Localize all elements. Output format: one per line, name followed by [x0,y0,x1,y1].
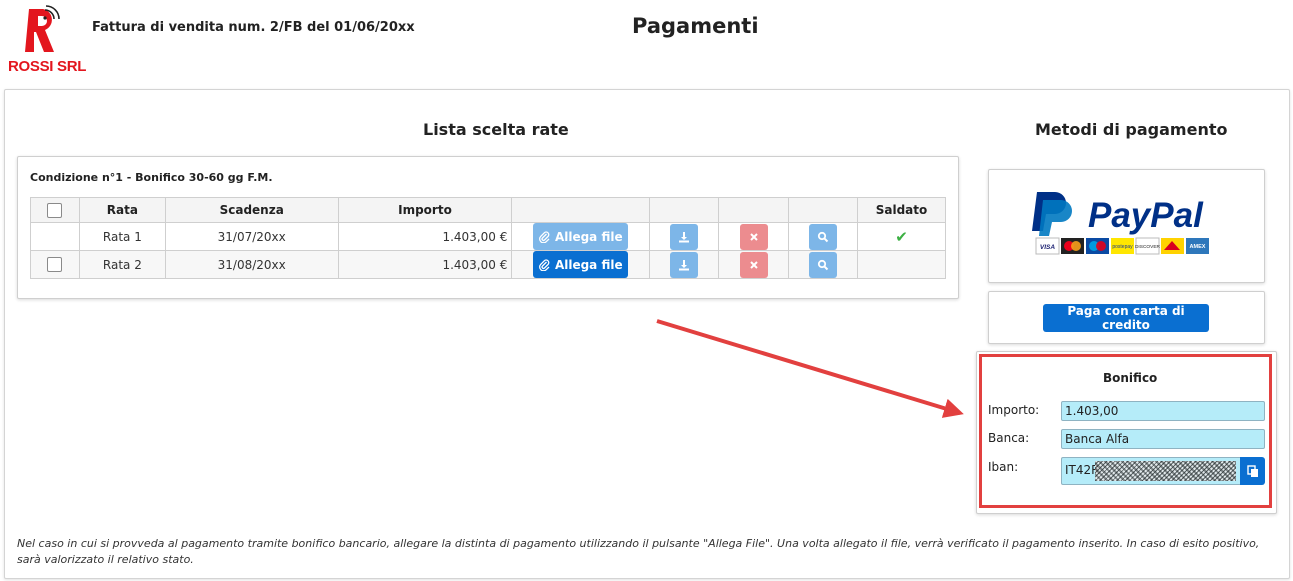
scadenza-cell: 31/07/20xx [164,222,339,251]
payment-methods-section-title: Metodi di pagamento [1035,120,1228,139]
invoice-title: Fattura di vendita num. 2/FB del 01/06/2… [92,20,415,35]
saldato-cell: ✔ [857,222,946,251]
company-name: ROSSI SRL [8,58,87,75]
banca-label: Banca: [988,431,1030,445]
attach-file-button[interactable]: Allega file [533,251,629,278]
delete-button[interactable] [739,251,768,278]
download-icon [679,259,690,270]
importo-cell: 1.403,00 € [337,222,513,251]
table-header-row: Rata Scadenza Importo Saldato [30,197,946,223]
delete-button[interactable] [739,223,768,250]
row-checkbox[interactable] [47,257,63,272]
download-icon [679,231,690,242]
attach-file-label: Allega file [554,229,623,244]
select-all-cell [30,197,80,223]
copy-icon [1246,464,1258,477]
rata-cell: Rata 2 [78,250,166,279]
importo-label: Importo: [988,403,1040,417]
row-checkbox-cell [30,222,80,251]
pay-credit-card-button[interactable]: Paga con carta di credito [1043,304,1209,332]
delete-cell [718,250,790,279]
row-checkbox-cell [30,250,80,279]
rossi-logo-icon [25,5,60,52]
installments-table: Rata Scadenza Importo Saldato Rata 1 31/… [30,197,946,279]
svg-text:postepay: postepay [1112,244,1133,250]
footnote-text: Nel caso in cui si provveda al pagamento… [17,537,1260,566]
importo-cell: 1.403,00 € [337,250,513,279]
view-button[interactable] [809,223,838,250]
check-icon: ✔ [895,227,908,246]
visa-logo: VISA [1040,244,1055,251]
close-icon [749,232,758,241]
download-button[interactable] [670,251,699,278]
rata-cell: Rata 1 [78,222,166,251]
bonifico-title: Bonifico [1103,371,1158,385]
column-header-importo: Importo [337,197,513,223]
table-row: Rata 1 31/07/20xx 1.403,00 € Allega file [30,222,946,251]
column-header-rata: Rata [78,197,166,223]
download-button[interactable] [670,223,699,250]
attach-file-label: Allega file [554,257,623,272]
select-all-checkbox[interactable] [47,202,63,218]
iban-label: Iban: [988,460,1019,474]
table-row: Rata 2 31/08/20xx 1.403,00 € Allega file [30,250,946,279]
page-title: Pagamenti [632,14,759,38]
paperclip-icon [538,230,550,243]
paypal-brand-text: PayPal [1088,196,1204,235]
svg-text:DISCOVER: DISCOVER [1135,244,1161,250]
paypal-logo: PayPal VISA postepay DISCOVER AMEX [1032,192,1209,255]
attach-cell: Allega file [511,250,651,279]
column-header-saldato: Saldato [857,197,946,223]
installments-section-title: Lista scelta rate [423,120,569,139]
column-header-empty [511,197,651,223]
condition-label: Condizione n°1 - Bonifico 30-60 gg F.M. [30,171,273,184]
search-icon [817,259,829,270]
search-icon [817,231,829,242]
download-cell [649,222,720,251]
attach-file-button[interactable]: Allega file [533,223,629,250]
saldato-cell [857,250,946,279]
view-button[interactable] [809,251,838,278]
paypal-option[interactable]: PayPal VISA postepay DISCOVER AMEX [988,169,1265,283]
importo-field[interactable]: 1.403,00 [1061,401,1265,421]
banca-field[interactable]: Banca Alfa [1061,429,1265,449]
column-header-empty [649,197,720,223]
iban-redaction [1095,461,1236,481]
view-cell [788,250,859,279]
copy-iban-button[interactable] [1240,457,1265,485]
view-cell [788,222,859,251]
close-icon [749,260,758,269]
svg-text:AMEX: AMEX [1190,244,1206,250]
column-header-scadenza: Scadenza [164,197,339,223]
download-cell [649,250,720,279]
attach-cell: Allega file [511,222,651,251]
paperclip-icon [538,258,550,271]
delete-cell [718,222,790,251]
column-header-empty [788,197,859,223]
card-logos: VISA postepay DISCOVER AMEX [1035,237,1209,255]
scadenza-cell: 31/08/20xx [164,250,339,279]
column-header-empty [718,197,790,223]
